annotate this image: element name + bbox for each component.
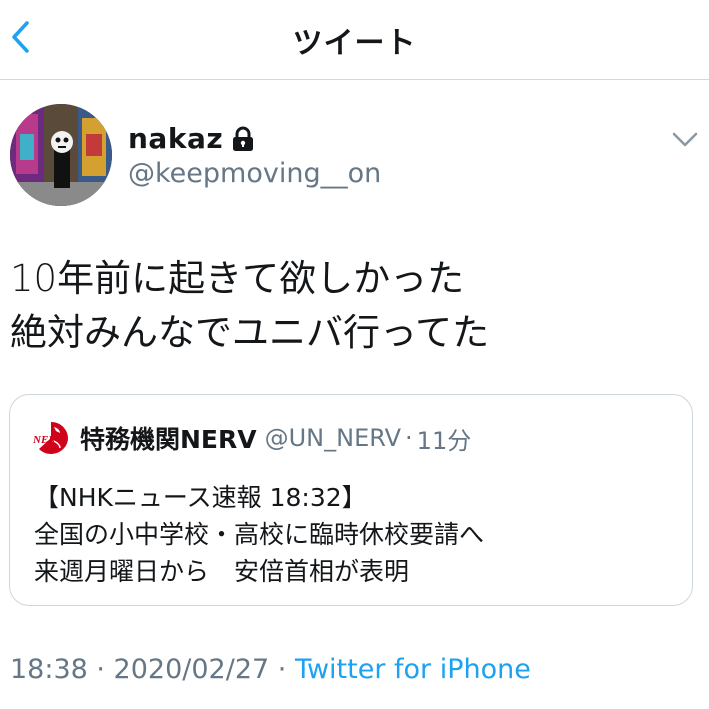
quoted-separator: · bbox=[405, 424, 413, 452]
lock-icon bbox=[233, 126, 254, 151]
quoted-display-name: 特務機関NERV bbox=[80, 425, 257, 454]
tweet-source-link[interactable]: Twitter for iPhone bbox=[295, 654, 531, 685]
quoted-time: 11分 bbox=[416, 426, 472, 455]
display-name-text: nakaz bbox=[128, 122, 224, 155]
more-options-button[interactable] bbox=[670, 126, 700, 152]
svg-text:NERV: NERV bbox=[32, 434, 64, 446]
quoted-tweet-text: 【NHKニュース速報 18:32】 全国の小中学校・高校に臨時休校要請へ 来週月… bbox=[34, 479, 674, 590]
quoted-tweet-card[interactable]: NERV 特務機関NERV @UN_NERV · 11分 【NHKニュース速報 … bbox=[9, 394, 693, 606]
tweet-text: 10年前に起きて欲しかった 絶対みんなでユニバ行ってた bbox=[10, 252, 700, 360]
tweet-timestamp: 18:38 · 2020/02/27 · bbox=[10, 654, 295, 685]
quoted-avatar: NERV bbox=[32, 419, 70, 457]
tweet-text-line: 10年前に起きて欲しかった bbox=[10, 257, 465, 300]
display-name[interactable]: nakaz bbox=[128, 122, 255, 155]
tweet-metadata: 18:38 · 2020/02/27 · Twitter for iPhone bbox=[10, 654, 531, 685]
chevron-down-icon bbox=[672, 132, 698, 147]
navigation-bar: ツイート bbox=[0, 0, 709, 80]
quoted-text-line: 【NHKニュース速報 18:32】 bbox=[34, 483, 367, 512]
avatar[interactable] bbox=[10, 104, 112, 206]
nerv-logo-icon: NERV bbox=[32, 419, 70, 457]
page-title: ツイート bbox=[292, 26, 417, 61]
quoted-text-line: 来週月曜日から 安倍首相が表明 bbox=[34, 557, 410, 586]
user-handle[interactable]: @keepmoving__on bbox=[128, 158, 381, 189]
quoted-text-line: 全国の小中学校・高校に臨時休校要請へ bbox=[34, 520, 485, 549]
quoted-tweet-header: NERV 特務機関NERV @UN_NERV · 11分 bbox=[32, 419, 471, 457]
tweet-text-line: 絶対みんなでユニバ行ってた bbox=[10, 311, 490, 354]
quoted-handle: @UN_NERV bbox=[264, 424, 402, 452]
